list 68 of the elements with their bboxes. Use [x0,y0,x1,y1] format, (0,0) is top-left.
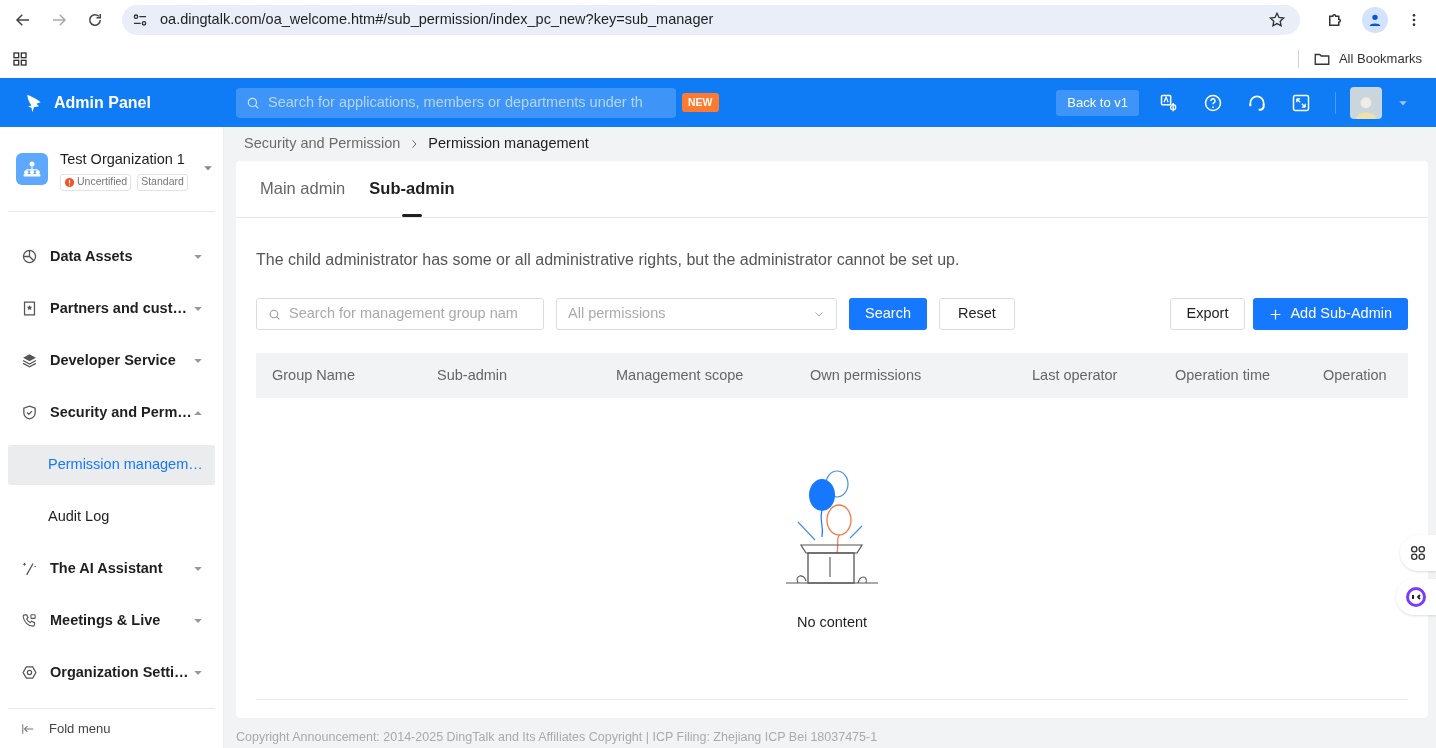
robot-face-icon [1404,585,1428,609]
column-header: Management scope [615,365,745,385]
assistant-button[interactable] [1396,579,1436,615]
help-icon[interactable] [1203,92,1223,113]
phone-icon [21,612,38,630]
all-bookmarks-button[interactable]: All Bookmarks [1312,49,1424,69]
column-header: Last operator [1031,365,1119,385]
column-header: Operation time [1174,365,1272,385]
fullscreen-icon[interactable] [1291,92,1311,113]
footer-text: Copyright Announcement: 2014-2025 DingTalk and Its Affiliates Copyright | ICP Filing: Zhejiang ICP Bei 18037475-1 [236,729,879,746]
back-arrow-icon[interactable] [14,11,32,29]
submenu-item[interactable]: Audit Log [8,496,215,537]
search-icon [268,307,281,321]
description-text: The child administrator has some or all administrative rights, but the administrator cannot be set up. [256,250,961,270]
address-bar[interactable]: oa.dingtalk.com/oa_welcome.htm#/sub_permission/index_pc_new?key=sub_manager [122,5,1300,35]
new-badge: NEW [682,92,719,113]
site-settings-icon [132,12,148,28]
menu-item[interactable]: The AI Assistant [0,542,223,595]
breadcrumb-current: Permission management [428,134,589,154]
uncertified-tag: Uncertified [60,173,132,191]
org-chart-icon [22,159,42,179]
group-search-field[interactable]: Search for management group nam [256,298,544,330]
layers-icon [21,352,38,370]
organization-name: Test Organization 1 [60,150,186,169]
plus-icon [1269,307,1283,321]
collapse-icon [21,721,35,736]
bookmark-icon [21,300,38,318]
dropdown-caret-icon[interactable] [203,163,213,173]
add-sub-admin-button[interactable]: Add Sub-Admin [1253,298,1408,330]
empty-state-text: No content [796,613,868,632]
column-header: Own permissions [809,365,923,385]
star-icon[interactable] [1268,11,1286,29]
menu-item[interactable]: Security and Perm… [0,386,223,439]
magic-wand-icon [21,560,38,578]
translate-icon[interactable] [1159,92,1179,113]
column-header: Group Name [271,365,356,385]
tab[interactable]: Sub-admin [369,176,455,217]
menu-item[interactable]: Meetings & Live [0,594,223,647]
breadcrumb-link[interactable]: Security and Permission [244,133,401,155]
export-button[interactable]: Export [1169,298,1246,330]
menu-item[interactable]: Data Assets [0,230,223,283]
column-header: Sub-admin [436,365,509,385]
shield-icon [21,404,38,422]
settings-icon [21,664,38,682]
person-icon [1367,12,1383,28]
avatar[interactable] [1350,86,1382,119]
app-title: Admin Panel [54,92,151,113]
url-text: oa.dingtalk.com/oa_welcome.htm#/sub_permission/index_pc_new?key=sub_manager [160,10,715,30]
fold-menu-button[interactable]: Fold menu [8,708,215,748]
search-icon [246,95,260,110]
reload-icon[interactable] [86,11,104,29]
menu-item[interactable]: Organization Setti… [0,646,223,699]
warning-icon [64,176,75,188]
global-search-field[interactable]: Search for applications, members or departments under th [236,87,676,118]
tab[interactable]: Main admin [260,176,346,217]
four-circles-icon [1409,544,1427,562]
profile-button[interactable] [1362,7,1388,33]
submenu-item[interactable]: Permission managem… [8,444,215,485]
menu-item[interactable]: Partners and cust… [0,282,223,335]
extension-icon[interactable] [1326,11,1344,29]
menu-item[interactable]: Developer Service [0,334,223,387]
floating-apps-button[interactable] [1400,535,1436,571]
edition-tag: Standard [137,173,188,191]
apps-grid-icon[interactable] [12,51,28,67]
pie-chart-icon [21,248,38,266]
search-button[interactable]: Search [849,298,927,330]
column-header: Operation [1322,365,1388,385]
reset-button[interactable]: Reset [938,298,1015,330]
